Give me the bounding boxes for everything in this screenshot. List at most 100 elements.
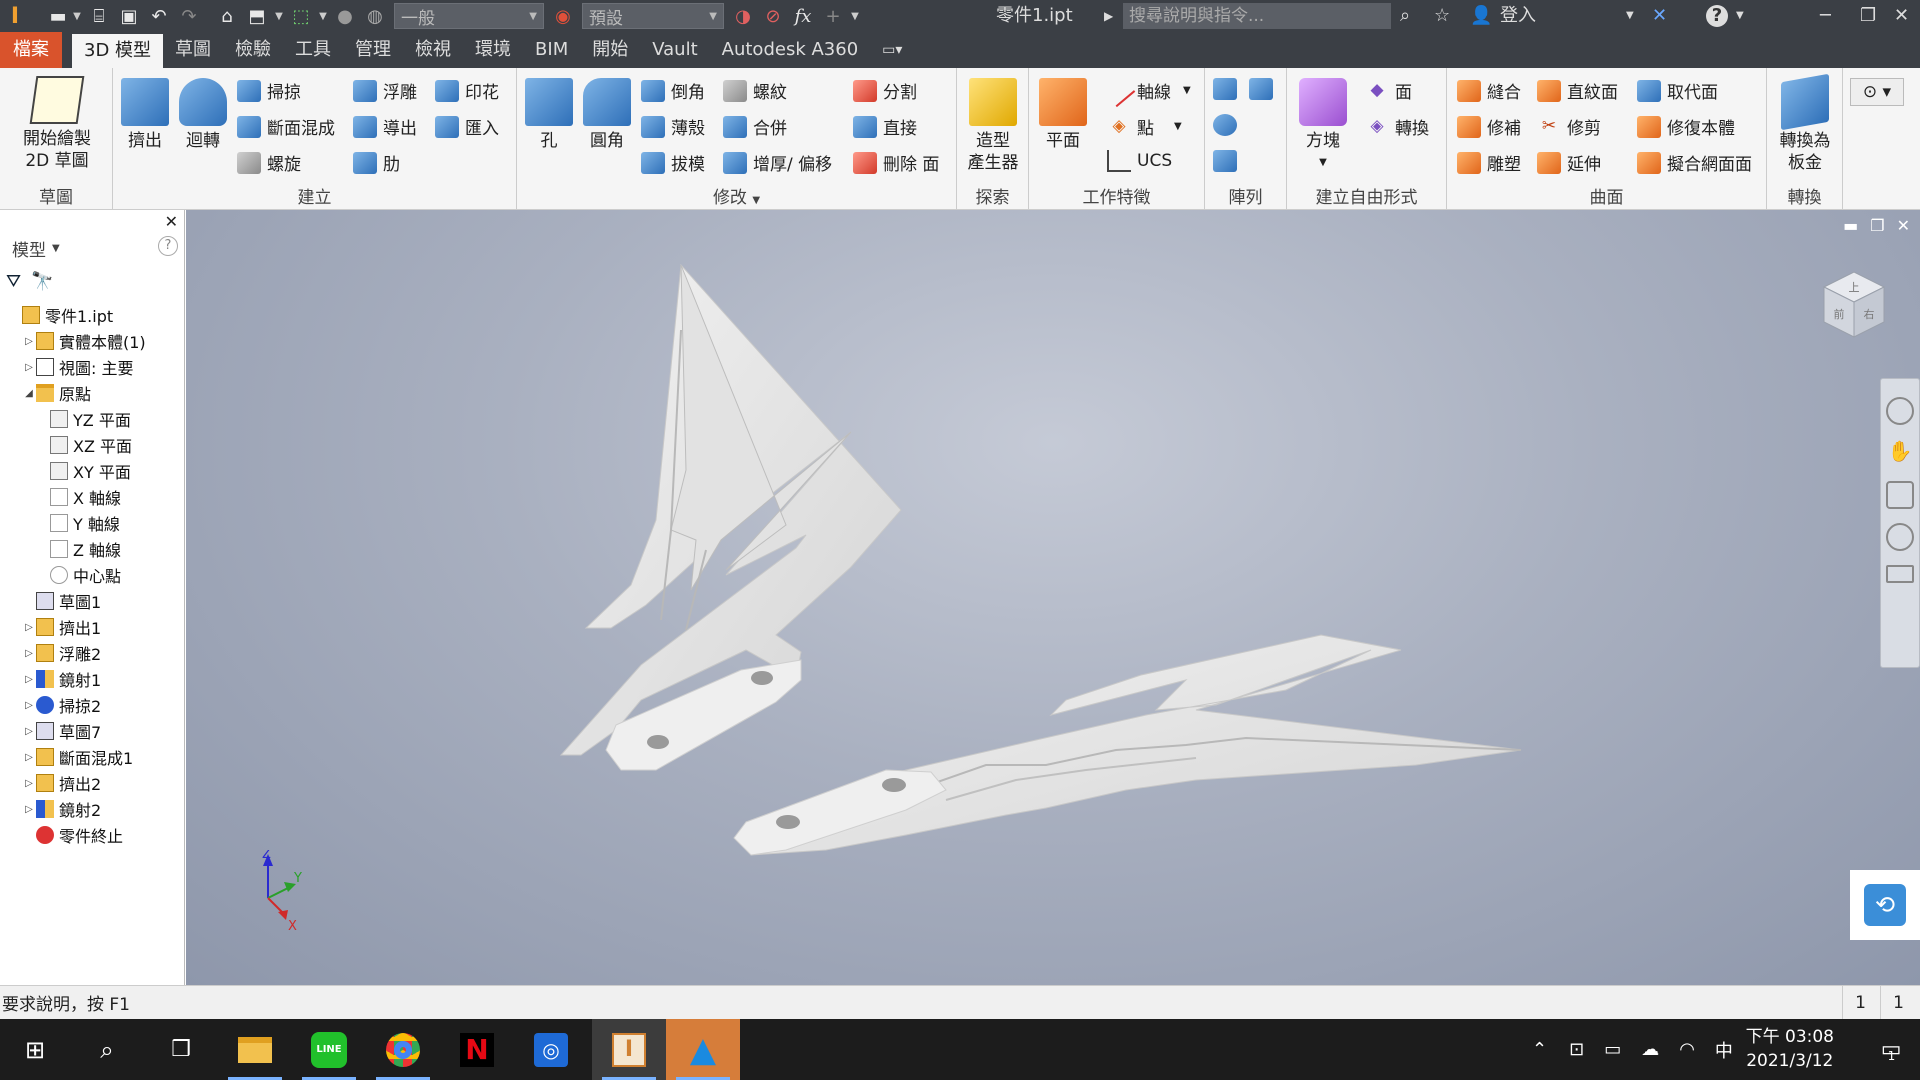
tab-manage[interactable]: 管理 (343, 32, 403, 68)
tab-bim[interactable]: BIM (523, 32, 580, 68)
tree-item[interactable]: XY 平面 (36, 458, 131, 484)
stitch-button[interactable]: 縫合 (1457, 78, 1521, 103)
tree-item[interactable]: 零件1.ipt (8, 302, 113, 328)
tree-expander-icon[interactable]: ▷ (22, 648, 36, 659)
tree-expander-icon[interactable]: ▷ (22, 622, 36, 633)
tree-item[interactable]: ▷ 擠出2 (22, 770, 101, 796)
tab-get-started[interactable]: 開始 (580, 32, 640, 68)
convert-to-sheet-metal-button[interactable]: 轉換為 板金 (1773, 73, 1837, 174)
tree-item[interactable]: Z 軸線 (36, 536, 121, 562)
decal-button[interactable]: 印花 (435, 78, 499, 103)
tab-file[interactable]: 檔案 (0, 32, 62, 68)
model-geometry[interactable] (186, 210, 1920, 985)
globe-icon[interactable]: ◍ (360, 2, 390, 30)
tree-item[interactable]: 草圖1 (22, 588, 101, 614)
tree-expander-icon[interactable]: ▷ (22, 700, 36, 711)
appearance-select[interactable]: 預設 ▼ (582, 3, 724, 29)
import-button[interactable]: 匯入 (435, 114, 499, 139)
panel-toggle-icon[interactable]: ▭▾ (870, 32, 914, 68)
tab-tools[interactable]: 工具 (283, 32, 343, 68)
restore-icon[interactable]: ❐ (1860, 0, 1876, 32)
fit-mesh-face-button[interactable]: 擬合網面面 (1637, 150, 1752, 175)
tab-environments[interactable]: 環境 (463, 32, 523, 68)
tree-item[interactable]: ▷ 草圖7 (22, 718, 101, 744)
help-dropdown-icon[interactable]: ▼ (1736, 0, 1744, 32)
emboss-button[interactable]: 浮雕 (353, 78, 417, 103)
line-app[interactable]: LINE (292, 1019, 366, 1080)
new-dropdown-icon[interactable]: ▼ (70, 11, 84, 22)
tree-item[interactable]: XZ 平面 (36, 432, 132, 458)
rectangular-pattern-button[interactable] (1213, 78, 1243, 100)
zoom-icon[interactable] (1886, 481, 1914, 509)
circular-pattern-button[interactable] (1213, 114, 1243, 136)
meet-now-icon[interactable]: ⊡ (1569, 1039, 1584, 1060)
tree-item[interactable]: ▷ 鏡射2 (22, 796, 101, 822)
tree-item[interactable]: ▷ 擠出1 (22, 614, 101, 640)
search-button[interactable]: ⌕ (70, 1019, 144, 1080)
derive-button[interactable]: 導出 (353, 114, 417, 139)
direct-button[interactable]: 直接 (853, 114, 917, 139)
onedrive-icon[interactable]: ☁ (1641, 1039, 1659, 1060)
exchange-icon[interactable]: ✕ (1652, 0, 1667, 32)
chrome-app[interactable] (366, 1019, 440, 1080)
battery-icon[interactable]: ▭ (1604, 1039, 1621, 1060)
tree-expander-icon[interactable]: ▷ (22, 674, 36, 685)
start-button[interactable]: ⊞ (0, 1019, 70, 1080)
tree-item[interactable]: X 軸線 (36, 484, 121, 510)
close-icon[interactable]: ✕ (1894, 0, 1909, 32)
camera-app[interactable]: ◎ (514, 1019, 588, 1080)
tree-item[interactable]: ▷ 掃掠2 (22, 692, 101, 718)
orbit-icon[interactable] (1886, 523, 1914, 551)
wing-part-lower[interactable] (733, 634, 1522, 856)
new-icon[interactable]: ▬ (46, 2, 70, 30)
user-icon[interactable]: 👤 (1470, 0, 1492, 32)
extrude-button[interactable]: 擠出 (117, 78, 173, 152)
ime-indicator[interactable]: 中 (1715, 1037, 1733, 1063)
tree-expander-icon[interactable]: ▷ (22, 336, 36, 347)
redo-icon[interactable]: ↷ (174, 2, 204, 30)
viewcube[interactable]: 上 前 右 (1814, 262, 1894, 342)
tree-expander-icon[interactable]: ◢ (22, 388, 36, 399)
share-view-button[interactable]: ⟲ (1850, 870, 1920, 940)
draft-button[interactable]: 拔模 (641, 150, 705, 175)
tree-expander-icon[interactable]: ▷ (22, 752, 36, 763)
signin-dropdown-icon[interactable]: ▼ (1626, 0, 1634, 32)
start-2d-sketch-button[interactable]: 開始繪製 2D 草圖 (8, 76, 106, 172)
combine-button[interactable]: 合併 (723, 114, 787, 139)
save-icon[interactable]: ▣ (114, 2, 144, 30)
shape-generator-button[interactable]: 造型 產生器 (963, 78, 1023, 174)
ucs-button[interactable]: UCS (1107, 150, 1172, 172)
search-icon[interactable]: 🔭 (31, 271, 53, 292)
sketch-pattern-button[interactable] (1213, 150, 1243, 172)
tree-expander-icon[interactable]: ▷ (22, 778, 36, 789)
style-select[interactable]: 一般 ▼ (394, 3, 544, 29)
thread-button[interactable]: 螺紋 (723, 78, 787, 103)
tree-item[interactable]: ▷ 視圖: 主要 (22, 354, 133, 380)
inventor-app[interactable]: I (592, 1019, 666, 1080)
mirror-button[interactable] (1249, 78, 1279, 100)
tree-item[interactable]: ▷ 實體本體(1) (22, 328, 146, 354)
rib-button[interactable]: 肋 (353, 150, 400, 175)
wifi-icon[interactable]: ◠ (1679, 1039, 1695, 1060)
split-button[interactable]: 分割 (853, 78, 917, 103)
file-explorer-app[interactable] (218, 1019, 292, 1080)
tab-inspect[interactable]: 檢驗 (223, 32, 283, 68)
chevron-up-icon[interactable]: ⌃ (1532, 1039, 1547, 1060)
netflix-app[interactable]: N (440, 1019, 514, 1080)
graphics-window[interactable]: ▬ ❐ ✕ 上 前 右 ✋ ⟲ Z Y X (186, 210, 1920, 985)
binoculars-icon[interactable]: ⌕ (1400, 0, 1410, 32)
notification-center-button[interactable]: ▭ 1 (1856, 1019, 1920, 1080)
repair-bodies-button[interactable]: 修復本體 (1637, 114, 1735, 139)
sculpt-button[interactable]: 雕塑 (1457, 150, 1521, 175)
task-view-button[interactable]: ❒ (144, 1019, 218, 1080)
tab-view[interactable]: 檢視 (403, 32, 463, 68)
tree-item[interactable]: ◢ 原點 (22, 380, 91, 406)
minimize-icon[interactable]: ─ (1820, 0, 1831, 32)
close-icon[interactable]: ✕ (165, 212, 178, 231)
coil-button[interactable]: 螺旋 (237, 150, 301, 175)
patch-button[interactable]: 修補 (1457, 114, 1521, 139)
delete-face-button[interactable]: 刪除 面 (853, 150, 939, 175)
search-input[interactable]: 搜尋說明與指令... (1123, 3, 1391, 29)
ribbon-options-button[interactable]: ⊙ ▾ (1850, 78, 1904, 106)
browser-title[interactable]: 模型 ▼ (0, 230, 184, 266)
